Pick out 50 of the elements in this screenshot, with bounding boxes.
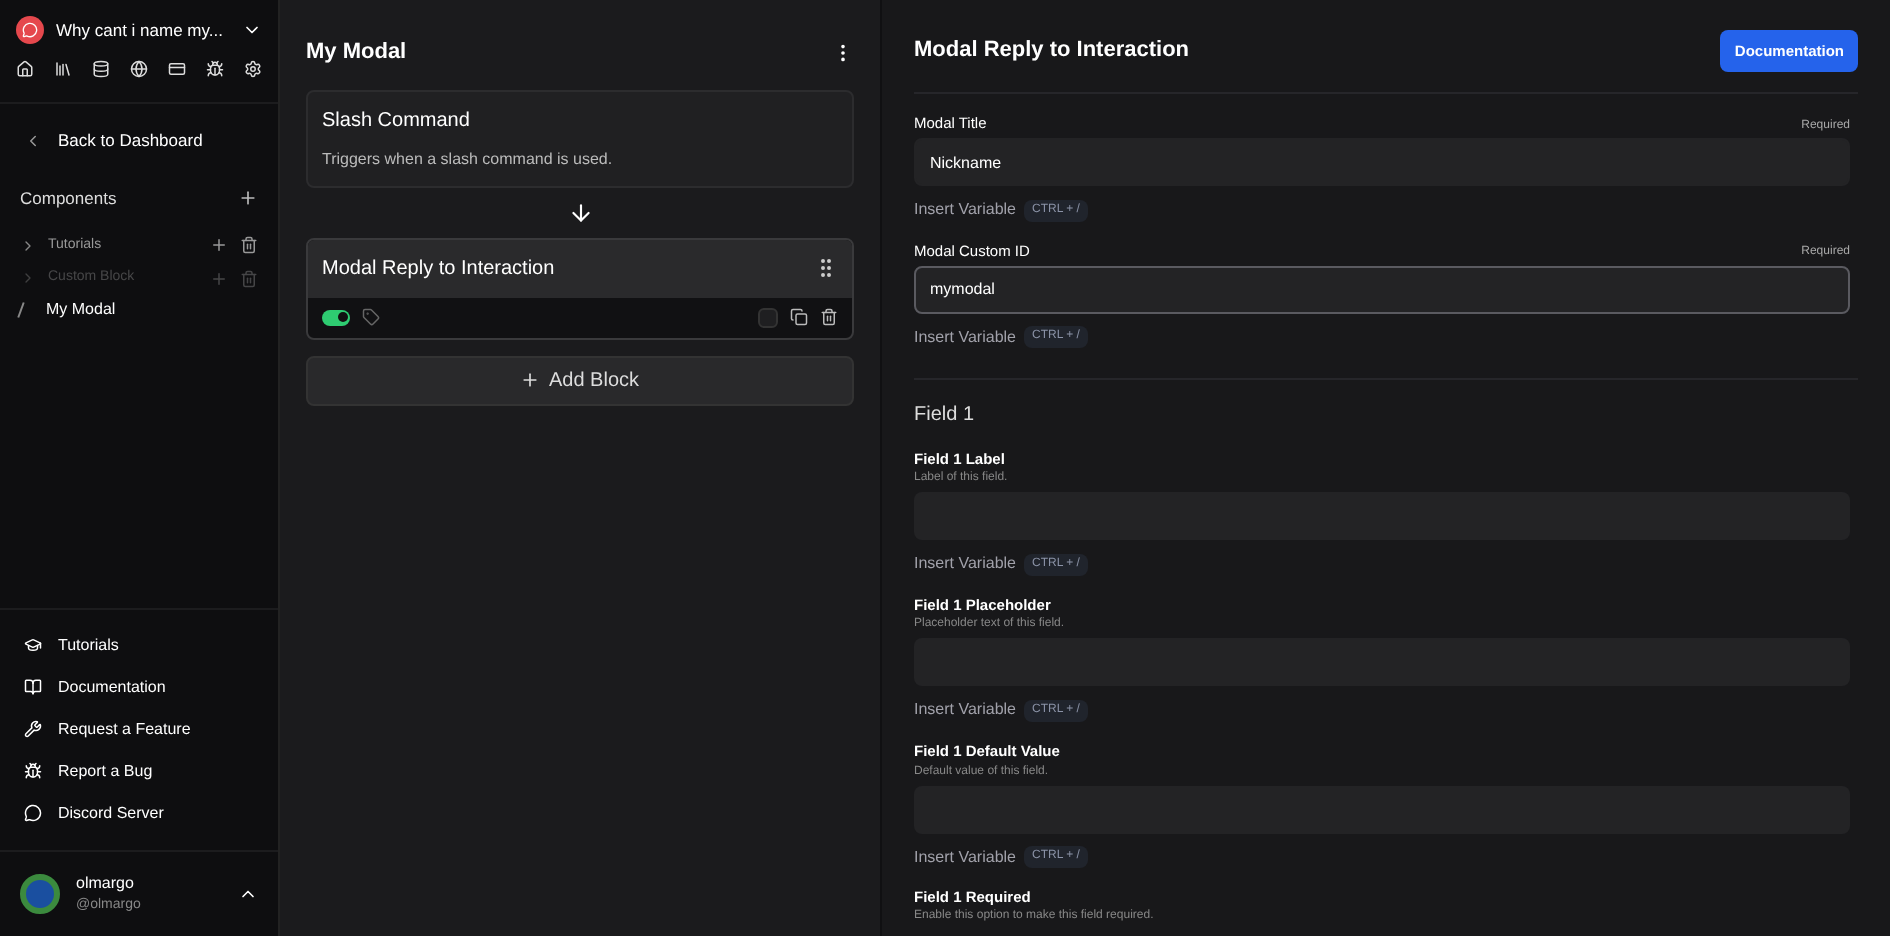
back-link[interactable]: Back to Dashboard — [58, 128, 203, 154]
feature-icon[interactable] — [24, 720, 42, 738]
database-icon[interactable] — [92, 60, 110, 78]
checkbox[interactable] — [758, 307, 778, 327]
avatar — [20, 873, 60, 914]
card-icon[interactable] — [168, 60, 186, 78]
section-heading: Field 1 — [914, 401, 977, 430]
chevron-right-icon[interactable] — [20, 237, 36, 254]
tag-icon[interactable] — [362, 308, 380, 326]
text-field[interactable]: mymodal — [914, 265, 1850, 314]
user-name: olmargo — [76, 871, 136, 895]
workspace-logo[interactable] — [16, 16, 44, 44]
trash-icon[interactable] — [240, 236, 258, 255]
trigger-title: Slash Command — [322, 107, 472, 135]
text-field[interactable]: Nickname — [914, 138, 1850, 186]
copy-icon[interactable] — [790, 308, 808, 326]
block-card[interactable]: Modal Reply to Interaction — [306, 237, 854, 339]
globe-icon[interactable] — [130, 60, 148, 78]
trigger-card[interactable]: Slash Command Triggers when a slash command is used. — [306, 89, 854, 187]
add-block-button[interactable]: Add Block — [306, 355, 854, 405]
library-icon[interactable] — [54, 60, 72, 78]
insert-variable-link[interactable]: Insert Variable — [914, 198, 1016, 222]
settings-icon[interactable] — [244, 60, 262, 78]
trash-icon[interactable] — [820, 308, 838, 326]
add-icon[interactable] — [238, 188, 258, 209]
footer-link[interactable]: Documentation — [58, 675, 166, 699]
section-title: Components — [20, 185, 117, 211]
footer-link[interactable]: Report a Bug — [58, 759, 153, 783]
bug-icon[interactable] — [206, 60, 224, 78]
docs-icon[interactable] — [24, 678, 42, 696]
footer-link[interactable]: Tutorials — [58, 633, 119, 657]
bug-icon[interactable] — [24, 762, 42, 780]
arrow-down-icon — [567, 199, 593, 225]
add-icon[interactable] — [210, 236, 228, 255]
flow-title: My Modal — [306, 38, 407, 68]
insert-variable-link[interactable]: Insert Variable — [914, 845, 1016, 869]
plus-icon — [520, 370, 541, 390]
insert-variable-link[interactable]: Insert Variable — [914, 698, 1016, 723]
footer-link[interactable]: Discord Server — [58, 801, 164, 825]
insert-variable-link[interactable]: Insert Variable — [914, 552, 1016, 576]
home-icon[interactable] — [16, 60, 34, 78]
dragged-item[interactable]: My Modal — [46, 297, 116, 321]
tutorials-icon[interactable] — [24, 636, 42, 654]
insert-variable-link[interactable]: Insert Variable — [914, 325, 1016, 350]
footer-link[interactable]: Request a Feature — [58, 717, 191, 741]
block-title: Modal Reply to Interaction — [322, 255, 555, 283]
workspace-name[interactable]: Why cant i name my... — [56, 17, 230, 43]
toggle-switch[interactable] — [322, 309, 350, 325]
trigger-description: Triggers when a slash command is used. — [322, 147, 615, 171]
editor-title: Modal Reply to Interaction — [914, 36, 1190, 67]
